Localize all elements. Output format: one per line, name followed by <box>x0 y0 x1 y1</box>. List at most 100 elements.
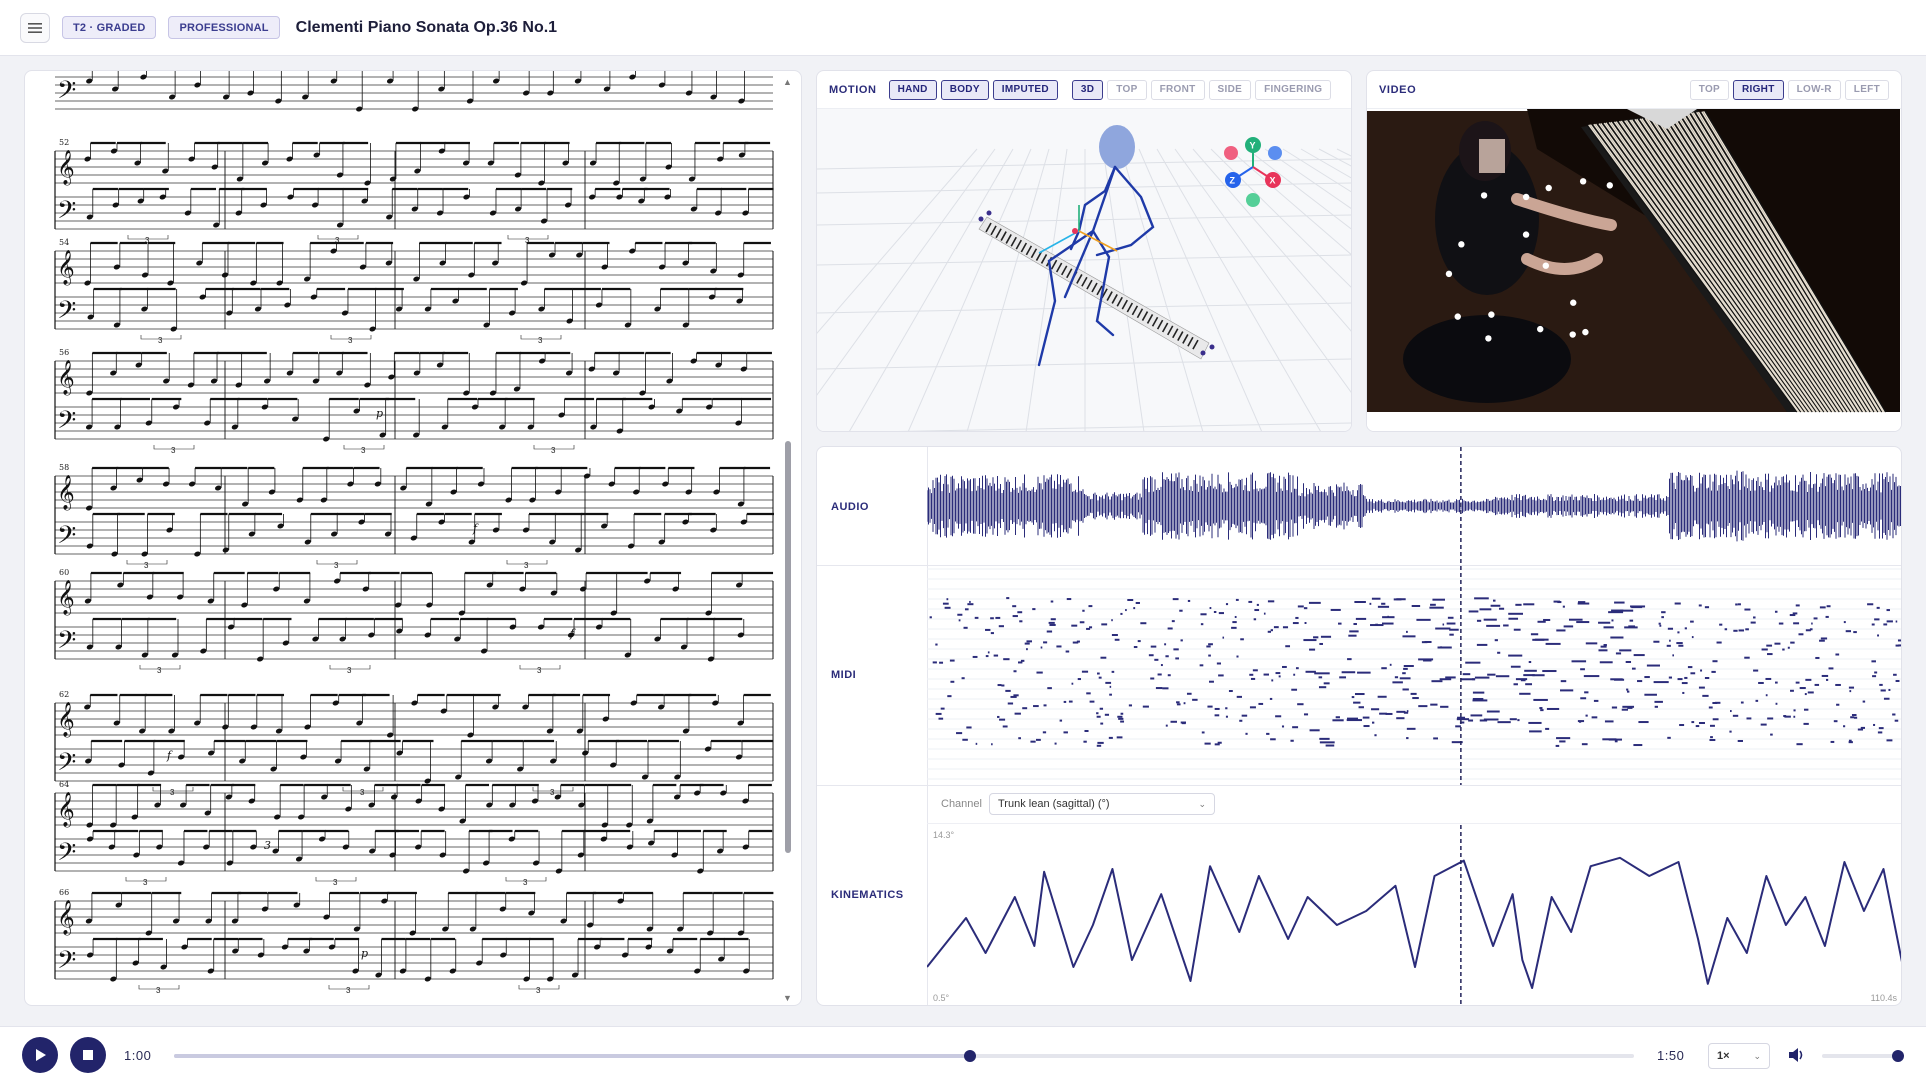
midi-note <box>1249 673 1254 676</box>
timeline-tracks[interactable] <box>927 447 1902 1006</box>
layer-hand-button[interactable]: HAND <box>888 79 937 100</box>
marker-dot <box>986 210 992 216</box>
score-panel[interactable]: 𝄢 𝄞 𝄢 52 3 3 3 𝄞 𝄢 54 3 3 3 𝄞 𝄢 56 p 3 3 3 𝄞 𝄢 58 f 3 3 3 𝄞 𝄢 60 f 3 3 3 𝄞… <box>24 70 802 1006</box>
midi-note <box>1406 710 1409 713</box>
menu-button[interactable] <box>20 12 50 43</box>
treble-clef: 𝄞 <box>57 580 75 616</box>
midi-note <box>1429 606 1444 609</box>
midi-note <box>1744 656 1750 659</box>
midi-note <box>1805 678 1812 681</box>
motion-view-top-button[interactable]: TOP <box>1107 79 1147 100</box>
midi-note <box>1804 693 1807 696</box>
motion-3d-viewport[interactable]: Y Z X <box>817 109 1352 432</box>
midi-note <box>1509 718 1517 721</box>
stop-button[interactable] <box>70 1037 106 1073</box>
midi-note <box>1319 741 1335 744</box>
midi-note <box>1877 731 1883 734</box>
midi-note <box>997 715 1000 718</box>
measure-number: 64 <box>59 780 69 789</box>
midi-note <box>1406 727 1416 730</box>
midi-note <box>1584 691 1589 694</box>
midi-note <box>1517 719 1520 722</box>
play-button[interactable] <box>22 1037 58 1073</box>
midi-note <box>1002 725 1008 728</box>
score-scrollbar[interactable]: ▲ ▼ <box>783 77 793 1003</box>
midi-note <box>1254 609 1260 612</box>
midi-note <box>1668 676 1673 679</box>
midi-note <box>1183 702 1186 705</box>
midi-note <box>1421 641 1428 644</box>
midi-note <box>974 616 979 619</box>
volume-icon[interactable] <box>1788 1047 1806 1063</box>
speed-select[interactable]: 1× ⌄ <box>1708 1043 1770 1069</box>
midi-note <box>1440 646 1443 649</box>
midi-note <box>1043 704 1047 707</box>
midi-note <box>1096 744 1102 747</box>
midi-note <box>1698 686 1705 689</box>
midi-note <box>1118 717 1124 720</box>
midi-note <box>1497 721 1511 724</box>
midi-note <box>1357 671 1371 674</box>
midi-note <box>1542 670 1557 673</box>
video-view-right-button[interactable]: RIGHT <box>1733 79 1784 100</box>
chevron-down-icon: ⌄ <box>1753 1050 1761 1061</box>
midi-note <box>1111 619 1113 622</box>
midi-note <box>1560 680 1567 683</box>
seek-bar-fill <box>174 1054 970 1058</box>
midi-note <box>1435 627 1451 630</box>
scroll-up-icon[interactable]: ▲ <box>783 77 792 87</box>
pelvis-marker <box>1072 228 1078 234</box>
midi-note <box>1828 667 1834 670</box>
midi-note <box>1111 634 1118 637</box>
midi-note <box>1738 629 1745 632</box>
volume-slider[interactable] <box>1822 1050 1904 1062</box>
midi-note <box>1297 703 1304 706</box>
midi-note <box>1263 673 1269 676</box>
midi-note <box>1032 608 1036 611</box>
marker-dot <box>1209 344 1215 350</box>
midi-note <box>1308 601 1321 604</box>
midi-note <box>1266 732 1270 735</box>
scroll-thumb[interactable] <box>785 441 791 853</box>
motion-view-fingering-button[interactable]: FINGERING <box>1255 79 1332 100</box>
midi-note <box>1065 650 1070 653</box>
midi-note <box>1465 661 1481 664</box>
video-view-low-r-button[interactable]: LOW-R <box>1787 79 1841 100</box>
motion-view-front-button[interactable]: FRONT <box>1150 79 1205 100</box>
midi-note <box>1079 621 1085 624</box>
midi-note <box>1835 653 1840 656</box>
blurred-face <box>1479 139 1505 173</box>
midi-note <box>1814 683 1820 686</box>
midi-note <box>1046 630 1053 633</box>
layer-body-button[interactable]: BODY <box>940 79 989 100</box>
volume-knob[interactable] <box>1892 1050 1904 1062</box>
scroll-down-icon[interactable]: ▼ <box>783 993 792 1003</box>
midi-note <box>1098 676 1102 679</box>
midi-note <box>1225 603 1229 606</box>
midi-note <box>1313 636 1319 639</box>
midi-note <box>1803 708 1809 711</box>
video-frame[interactable] <box>1367 109 1902 432</box>
motion-view-3d-button[interactable]: 3D <box>1071 79 1104 100</box>
midi-note <box>1474 597 1489 600</box>
midi-note <box>1883 697 1890 700</box>
midi-note <box>1792 612 1798 615</box>
video-view-top-button[interactable]: TOP <box>1689 79 1729 100</box>
midi-note <box>1712 718 1719 721</box>
midi-note <box>1050 618 1056 621</box>
midi-note <box>1654 700 1663 703</box>
midi-note <box>1068 700 1073 703</box>
midi-note <box>990 617 994 620</box>
midi-note <box>1724 628 1728 631</box>
midi-note <box>1049 623 1056 626</box>
seek-bar[interactable] <box>174 1050 1634 1062</box>
video-view-left-button[interactable]: LEFT <box>1844 79 1889 100</box>
midi-note <box>1633 744 1643 747</box>
midi-note <box>1120 720 1125 723</box>
midi-note <box>935 643 938 646</box>
layer-imputed-button[interactable]: IMPUTED <box>992 79 1058 100</box>
midi-note <box>1874 618 1880 621</box>
midi-note <box>1213 610 1217 613</box>
motion-view-side-button[interactable]: SIDE <box>1208 79 1252 100</box>
seek-knob[interactable] <box>963 1050 976 1062</box>
